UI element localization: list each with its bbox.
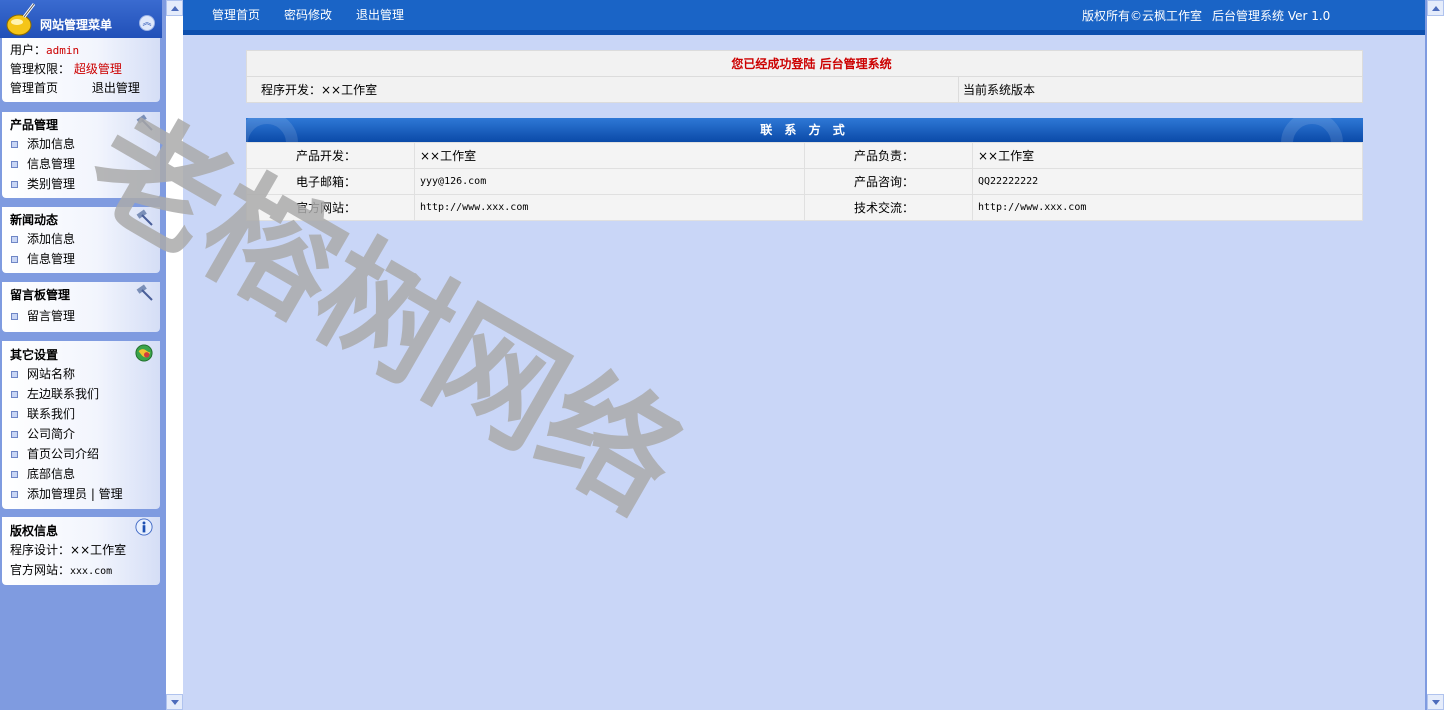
user-info-box: 用户：admin 管理权限： 超级管理 管理首页 退出管理 xyxy=(2,38,160,102)
scroll-down-button[interactable] xyxy=(166,694,183,710)
contact-label: 产品负责： xyxy=(804,142,973,169)
section-copyright: 版权信息 程序设计：××工作室 官方网站：xxx.com xyxy=(2,517,160,585)
menu-title: 网站管理菜单 xyxy=(40,18,113,32)
menu-item-manage-product[interactable]: 信息管理 xyxy=(2,154,160,174)
nav-home[interactable]: 管理首页 xyxy=(212,6,260,23)
broom-icon xyxy=(6,3,36,36)
menu-item-manage-news[interactable]: 信息管理 xyxy=(2,249,160,269)
contact-header: 联 系 方 式 xyxy=(246,118,1363,142)
contact-label: 技术交流： xyxy=(804,194,973,221)
hammer-icon xyxy=(136,209,153,226)
info-icon xyxy=(135,518,153,536)
contact-table: 产品开发： ××工作室 产品负责： ××工作室 电子邮箱： yyy@126.co… xyxy=(246,142,1363,221)
scroll-up-button[interactable] xyxy=(1427,0,1444,16)
hammer-icon xyxy=(136,114,153,131)
contact-label: 产品开发： xyxy=(246,142,415,169)
section-title[interactable]: 产品管理 xyxy=(2,112,160,134)
contact-value: ××工作室 xyxy=(414,142,805,169)
contact-label: 产品咨询： xyxy=(804,168,973,195)
section-title[interactable]: 新闻动态 xyxy=(2,207,160,229)
version-cell: 当前系统版本 xyxy=(958,76,1363,103)
nav-logout[interactable]: 退出管理 xyxy=(356,6,404,23)
developer-cell: 程序开发：××工作室 xyxy=(246,76,959,103)
left-scrollbar[interactable] xyxy=(166,0,183,710)
menu-item-site-name[interactable]: 网站名称 xyxy=(2,364,160,384)
contact-value: ××工作室 xyxy=(972,142,1363,169)
left-menu-frame: 网站管理菜单 ︽ 用户：admin 管理权限： 超级管理 管理首页 退出管理 产… xyxy=(0,0,183,710)
perm-row: 管理权限： 超级管理 xyxy=(2,60,160,79)
hammer-icon xyxy=(136,284,153,301)
top-copyright: 版权所有©云枫工作室 xyxy=(1082,9,1203,23)
menu-item-home-intro[interactable]: 首页公司介绍 xyxy=(2,444,160,464)
designer-row: 程序设计：××工作室 xyxy=(10,543,127,557)
menu-links-row: 管理首页 退出管理 xyxy=(2,79,160,98)
contact-email[interactable]: yyy@126.com xyxy=(414,168,805,195)
menu-logout-link[interactable]: 退出管理 xyxy=(92,81,140,95)
globe-icon xyxy=(135,344,153,362)
user-label: 用户： xyxy=(10,43,47,57)
section-title: 版权信息 xyxy=(2,517,160,540)
user-value: admin xyxy=(46,44,80,57)
section-title[interactable]: 留言板管理 xyxy=(2,282,160,304)
menu-item-contact[interactable]: 联系我们 xyxy=(2,404,160,424)
section-guestbook: 留言板管理 留言管理 xyxy=(2,282,160,332)
menu-item-left-contact[interactable]: 左边联系我们 xyxy=(2,384,160,404)
contact-forum[interactable]: http://www.xxx.com xyxy=(972,194,1363,221)
section-news: 新闻动态 添加信息 信息管理 xyxy=(2,207,160,273)
menu-item-add-product[interactable]: 添加信息 xyxy=(2,134,160,154)
section-title[interactable]: 其它设置 xyxy=(2,341,160,364)
contact-website[interactable]: http://www.xxx.com xyxy=(414,194,805,221)
status-table: 您已经成功登陆 后台管理系统 程序开发：××工作室 当前系统版本 xyxy=(246,50,1363,103)
table-row: 产品开发： ××工作室 产品负责： ××工作室 xyxy=(246,142,1363,169)
table-row: 官方网站： http://www.xxx.com 技术交流： http://ww… xyxy=(246,194,1363,221)
system-version: 后台管理系统 Ver 1.0 xyxy=(1212,9,1331,23)
contact-value: QQ22222222 xyxy=(972,168,1363,195)
menu-item-category[interactable]: 类别管理 xyxy=(2,174,160,194)
main-scrollbar[interactable] xyxy=(1427,0,1444,710)
scroll-down-button[interactable] xyxy=(1427,694,1444,710)
scroll-up-button[interactable] xyxy=(166,0,183,16)
main-frame: 管理首页 密码修改 退出管理 版权所有©云枫工作室 后台管理系统 Ver 1.0… xyxy=(183,0,1425,710)
menu-item-admins[interactable]: 添加管理员 | 管理 xyxy=(2,484,160,504)
menu-home-link[interactable]: 管理首页 xyxy=(10,81,58,95)
menu-item-guestbook[interactable]: 留言管理 xyxy=(2,306,160,326)
site-row: 官方网站：xxx.com xyxy=(10,563,113,577)
menu-header: 网站管理菜单 ︽ xyxy=(0,0,162,38)
section-other-settings: 其它设置 网站名称 左边联系我们 联系我们 公司简介 首页公司介绍 底部信息 添… xyxy=(2,341,160,509)
perm-label: 管理权限： xyxy=(10,62,71,76)
table-row: 电子邮箱： yyy@126.com 产品咨询： QQ22222222 xyxy=(246,168,1363,195)
menu-item-company-intro[interactable]: 公司简介 xyxy=(2,424,160,444)
perm-value: 超级管理 xyxy=(73,62,122,76)
section-products: 产品管理 添加信息 信息管理 类别管理 xyxy=(2,112,160,198)
nav-password[interactable]: 密码修改 xyxy=(284,6,332,23)
contact-title: 联 系 方 式 xyxy=(760,123,849,137)
top-bar: 管理首页 密码修改 退出管理 版权所有©云枫工作室 后台管理系统 Ver 1.0 xyxy=(183,0,1425,35)
login-success-message: 您已经成功登陆 后台管理系统 xyxy=(246,50,1363,77)
menu-item-footer[interactable]: 底部信息 xyxy=(2,464,160,484)
contact-label: 官方网站： xyxy=(246,194,415,221)
contact-label: 电子邮箱： xyxy=(246,168,415,195)
user-row: 用户：admin xyxy=(2,38,160,60)
collapse-icon[interactable]: ︽ xyxy=(139,15,155,31)
menu-item-add-news[interactable]: 添加信息 xyxy=(2,229,160,249)
